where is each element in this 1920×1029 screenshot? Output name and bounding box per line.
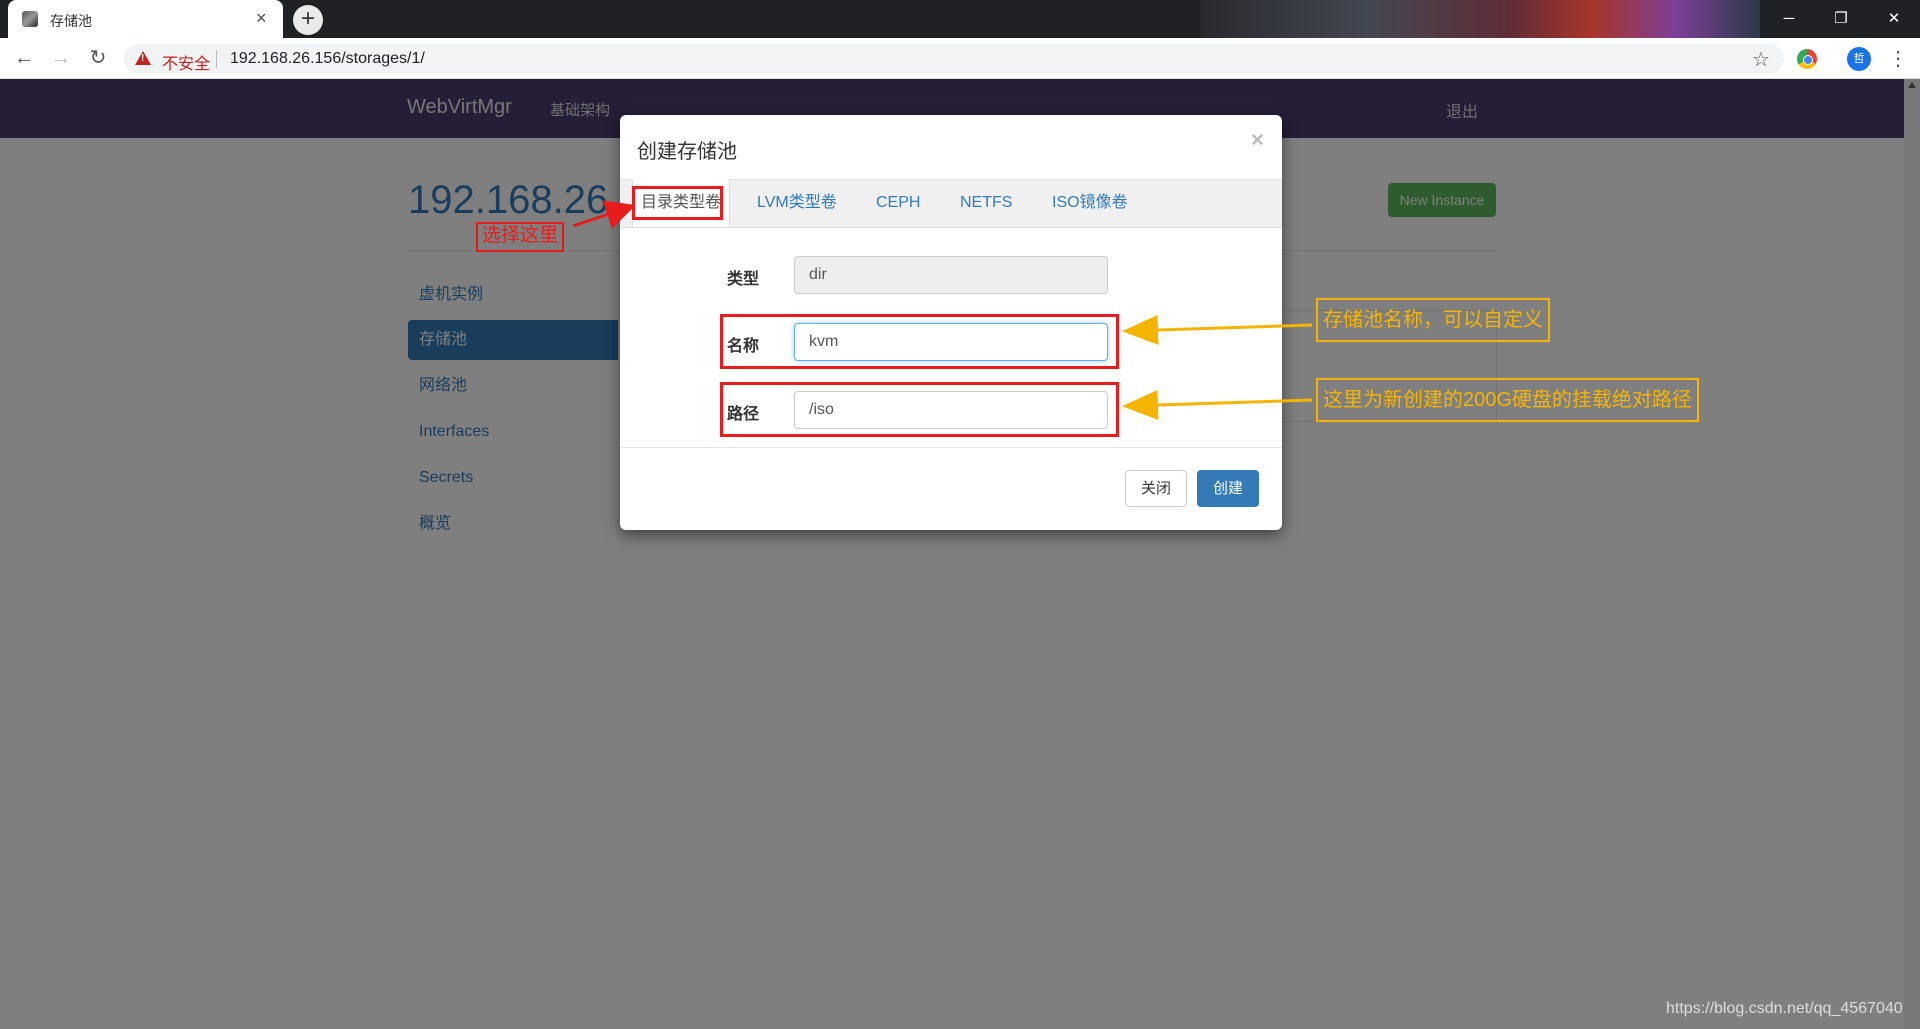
watermark: https://blog.csdn.net/qq_4567040 — [1666, 1000, 1903, 1017]
arrow-to-name — [1122, 315, 1313, 346]
arrow-to-path — [1122, 390, 1313, 421]
arrow-to-tab — [572, 200, 636, 229]
annotation-arrows — [572, 200, 1313, 421]
